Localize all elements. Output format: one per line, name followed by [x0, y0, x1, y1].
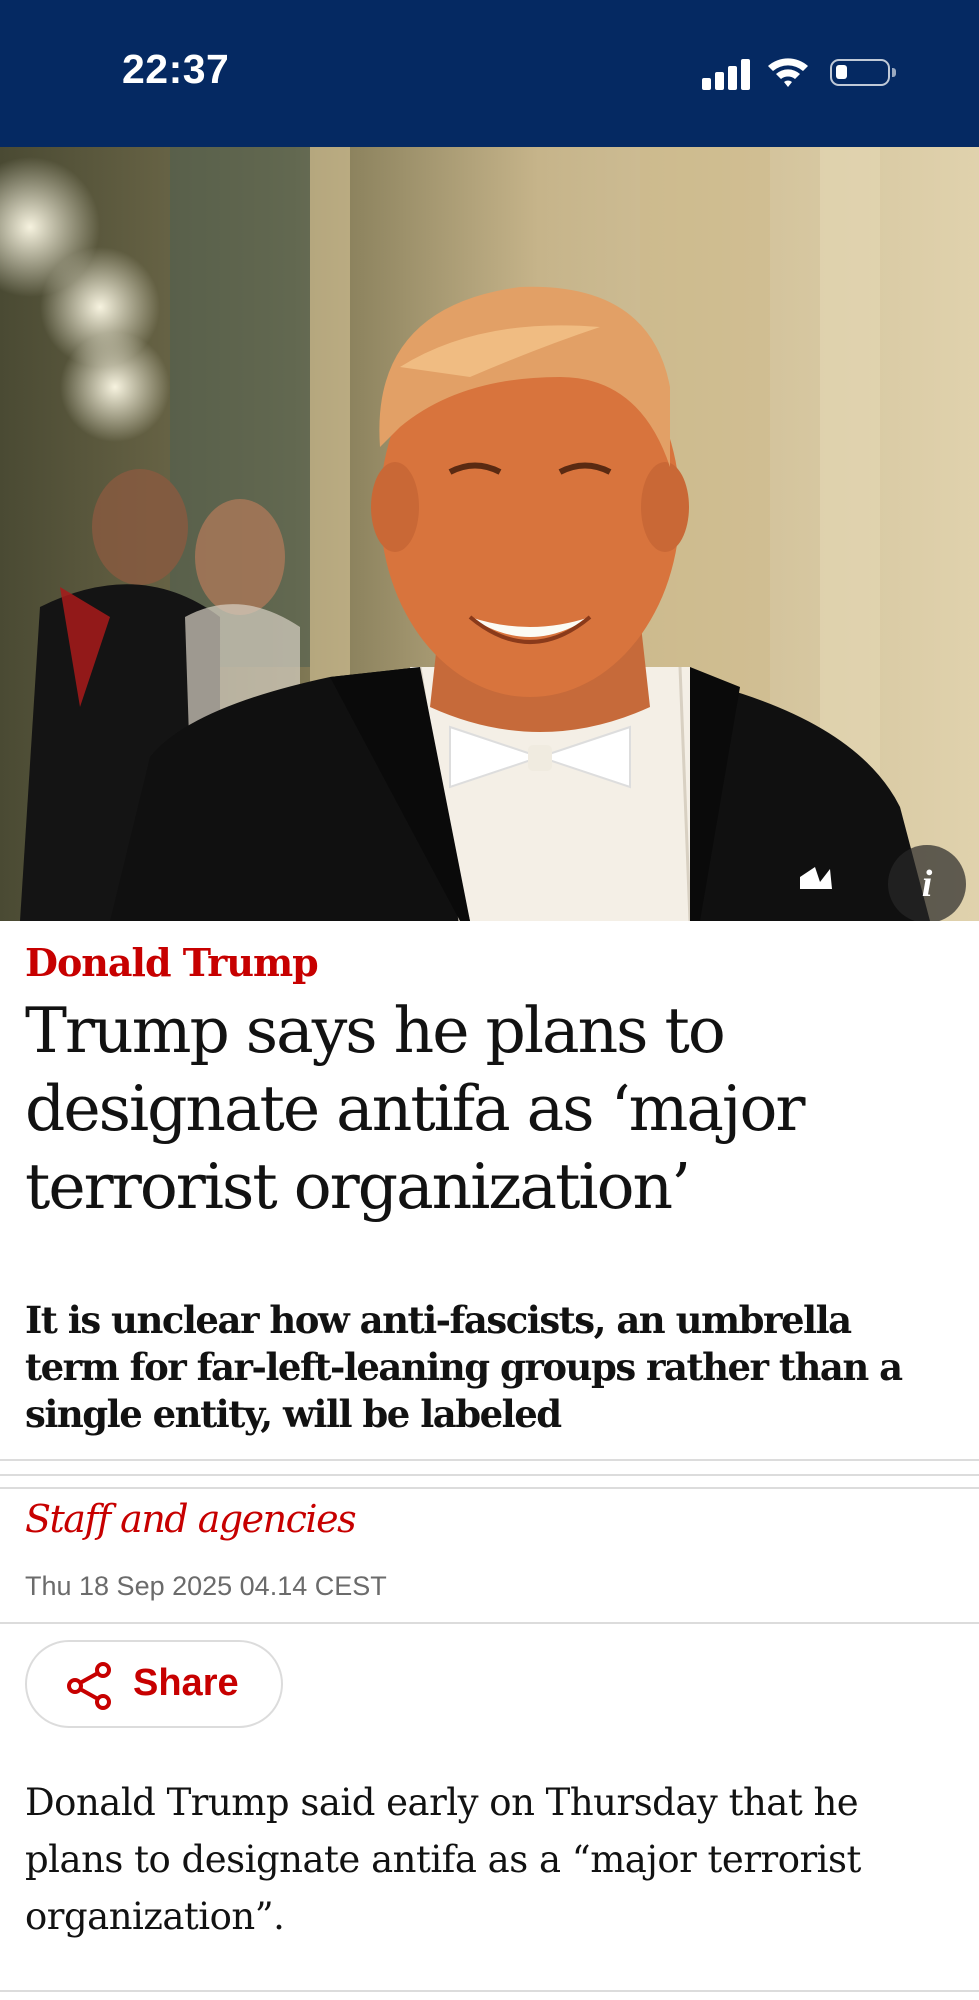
share-button[interactable]: Share — [25, 1640, 283, 1728]
hero-photo-illustration — [0, 147, 979, 921]
section-kicker[interactable]: Donald Trump — [25, 940, 319, 985]
divider-top — [0, 1459, 979, 1461]
article-headline: Trump says he plans to designate antifa … — [25, 994, 806, 1223]
hero-photo[interactable]: i — [0, 147, 979, 921]
divider-meta — [0, 1622, 979, 1624]
share-icon — [67, 1662, 111, 1710]
cellular-signal-icon — [702, 58, 752, 90]
wifi-icon — [768, 58, 808, 87]
battery-icon — [830, 59, 896, 86]
divider-body — [0, 1990, 979, 1992]
status-time: 22:37 — [122, 46, 230, 92]
article-date: Thu 18 Sep 2025 04.14 CEST — [25, 1571, 387, 1601]
article-standfirst: It is unclear how anti-fascists, an umbr… — [25, 1298, 903, 1436]
divider-middle — [0, 1474, 979, 1476]
image-info-button[interactable]: i — [888, 845, 966, 921]
divider-bottom — [0, 1487, 979, 1489]
status-bar: 22:37 — [0, 0, 979, 147]
share-label: Share — [133, 1662, 239, 1704]
article-byline[interactable]: Staff and agencies — [25, 1497, 357, 1541]
article-body-paragraph: Donald Trump said early on Thursday that… — [25, 1781, 861, 1938]
